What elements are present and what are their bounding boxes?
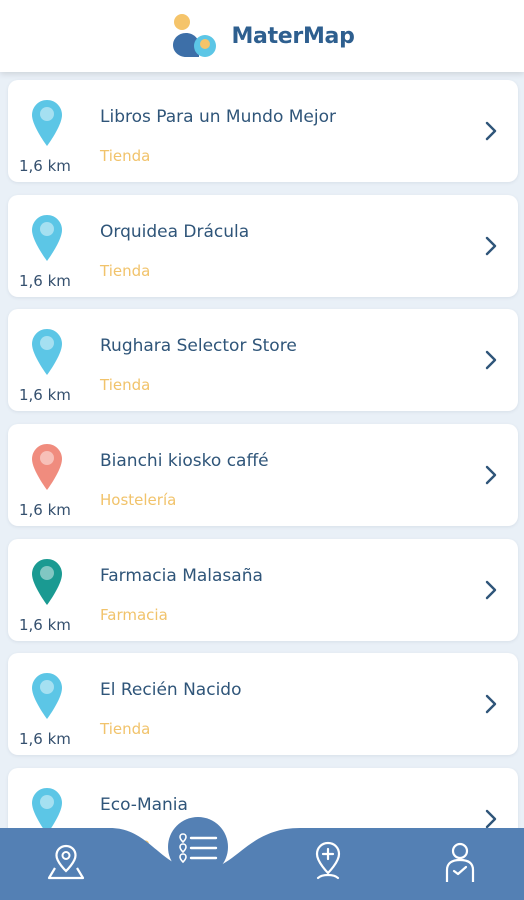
place-category: Farmacia: [100, 606, 168, 624]
list-view-button[interactable]: [168, 817, 228, 877]
place-distance: 1,6 km: [19, 616, 71, 634]
app-title: MaterMap: [231, 23, 355, 49]
chevron-right-icon[interactable]: [484, 350, 498, 370]
location-pin-icon: [32, 444, 62, 490]
place-distance: 1,6 km: [19, 730, 71, 748]
chevron-right-icon[interactable]: [484, 236, 498, 256]
place-card[interactable]: 1,6 km Rughara Selector Store Tienda: [8, 309, 518, 411]
map-icon[interactable]: [46, 842, 86, 882]
place-name: Rughara Selector Store: [100, 336, 297, 356]
bottom-navigation: [0, 828, 524, 900]
place-name: Libros Para un Mundo Mejor: [100, 107, 336, 127]
place-name: Eco-Mania: [100, 795, 188, 815]
chevron-right-icon[interactable]: [484, 465, 498, 485]
chevron-right-icon[interactable]: [484, 809, 498, 829]
app-header: MaterMap: [0, 0, 524, 72]
list-icon: [179, 833, 218, 864]
place-distance: 1,6 km: [19, 501, 71, 519]
place-name: Orquidea Drácula: [100, 222, 250, 242]
place-category: Hostelería: [100, 491, 177, 509]
place-list[interactable]: 1,6 km Libros Para un Mundo Mejor Tienda…: [0, 72, 524, 900]
chevron-right-icon[interactable]: [484, 694, 498, 714]
place-distance: 1,6 km: [19, 157, 71, 175]
place-card[interactable]: 1,6 km Orquidea Drácula Tienda: [8, 195, 518, 297]
place-card[interactable]: 1,6 km Libros Para un Mundo Mejor Tienda: [8, 80, 518, 182]
place-name: Farmacia Malasaña: [100, 566, 263, 586]
location-pin-icon: [32, 100, 62, 146]
chevron-right-icon[interactable]: [484, 121, 498, 141]
place-name: Bianchi kiosko caffé: [100, 451, 269, 471]
location-pin-icon: [32, 559, 62, 605]
location-pin-icon: [32, 673, 62, 719]
place-distance: 1,6 km: [19, 386, 71, 404]
profile-icon[interactable]: [440, 840, 480, 884]
place-card[interactable]: 1,6 km Bianchi kiosko caffé Hostelería: [8, 424, 518, 526]
place-category: Tienda: [100, 720, 151, 738]
location-pin-icon: [32, 329, 62, 375]
chevron-right-icon[interactable]: [484, 580, 498, 600]
app-logo: MaterMap: [169, 10, 355, 62]
place-category: Tienda: [100, 376, 151, 394]
add-place-pin-icon[interactable]: [310, 840, 346, 884]
place-category: Tienda: [100, 262, 151, 280]
matermap-logo-icon: [169, 10, 221, 62]
place-card[interactable]: 1,6 km El Recién Nacido Tienda: [8, 653, 518, 755]
place-category: Tienda: [100, 147, 151, 165]
place-name: El Recién Nacido: [100, 680, 242, 700]
place-distance: 1,6 km: [19, 272, 71, 290]
location-pin-icon: [32, 215, 62, 261]
place-card[interactable]: 1,6 km Farmacia Malasaña Farmacia: [8, 539, 518, 641]
